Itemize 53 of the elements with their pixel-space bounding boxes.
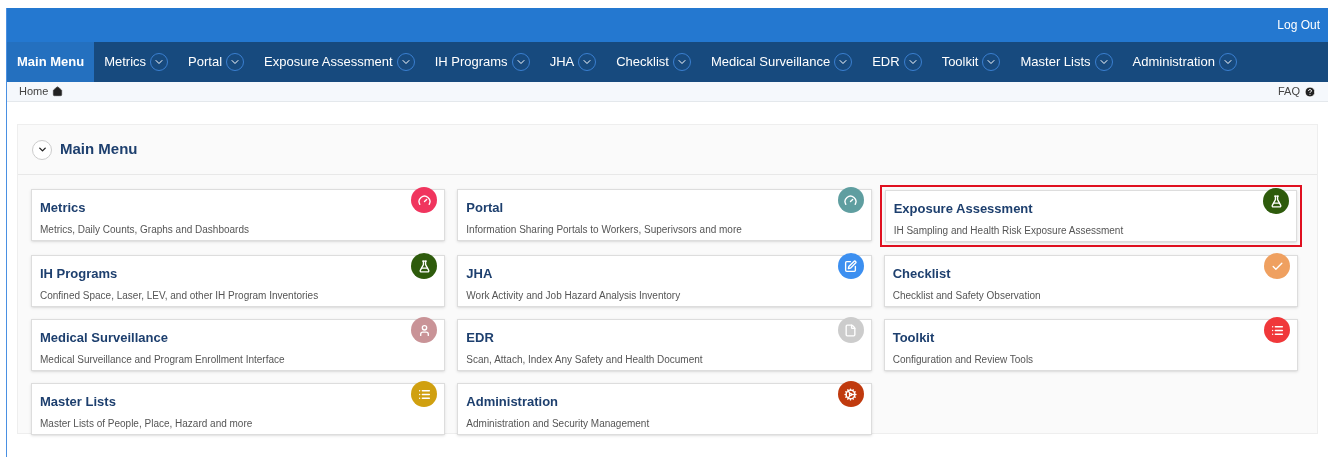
- tile-title: EDR: [466, 329, 495, 347]
- tile-description: Medical Surveillance and Program Enrollment Interface: [40, 352, 286, 367]
- nav-tab[interactable]: IH Programs: [424, 42, 540, 82]
- tile-description: Configuration and Review Tools: [892, 352, 1035, 367]
- help-icon: [1304, 85, 1316, 98]
- tile-title: Medical Surveillance: [40, 329, 169, 347]
- menu-tile[interactable]: Medical Surveillance Medical Surveillance and Program Enrollment Interface: [31, 319, 446, 371]
- collapse-toggle[interactable]: [32, 139, 52, 160]
- panel-title: Main Menu: [60, 139, 138, 160]
- menu-tile[interactable]: Checklist Checklist and Safety Observation: [883, 255, 1298, 307]
- nav-tab[interactable]: Master Lists: [1010, 42, 1123, 82]
- menu-tile[interactable]: EDR Scan, Attach, Index Any Safety and Health Document: [457, 319, 872, 371]
- menu-tile[interactable]: Portal Information Sharing Portals to Workers, Superivsors and more: [457, 189, 872, 241]
- nav-tab[interactable]: EDR: [862, 42, 932, 82]
- menu-tile[interactable]: IH Programs Confined Space, Laser, LEV, and other IH Program Inventories: [31, 255, 446, 307]
- nav-tab[interactable]: Medical Surveillance: [700, 42, 863, 82]
- menu-tile[interactable]: Administration Administration and Security Management: [457, 383, 872, 435]
- tile-description: Scan, Attach, Index Any Safety and Health Document: [466, 352, 704, 367]
- home-link[interactable]: Home: [19, 83, 49, 100]
- logout-link[interactable]: Log Out: [1277, 16, 1320, 34]
- menu-tile[interactable]: JHA Work Activity and Job Hazard Analysis Inventory: [457, 255, 872, 307]
- tile-title: JHA: [466, 265, 494, 283]
- nav-tab[interactable]: Metrics: [94, 42, 179, 82]
- tile-description: IH Sampling and Health Risk Exposure Assessment: [893, 223, 1125, 238]
- tile-description: Metrics, Daily Counts, Graphs and Dashboards: [40, 222, 250, 237]
- faq-link[interactable]: FAQ: [1278, 83, 1300, 100]
- tile-title: Toolkit: [892, 329, 936, 347]
- menu-tile[interactable]: Exposure Assessment IH Sampling and Health Risk Exposure Assessment: [884, 190, 1297, 242]
- menu-tile[interactable]: Metrics Metrics, Daily Counts, Graphs and Dashboards: [31, 189, 446, 241]
- tile-description: Information Sharing Portals to Workers, Superivsors and more: [466, 222, 743, 237]
- tile-description: Confined Space, Laser, LEV, and other IH Program Inventories: [40, 288, 320, 303]
- tile-description: Master Lists of People, Place, Hazard and more: [40, 416, 254, 431]
- tile-title: Administration: [466, 393, 560, 411]
- tile-title: Portal: [466, 199, 505, 217]
- tile-description: Checklist and Safety Observation: [892, 288, 1042, 303]
- nav-tab[interactable]: Main Menu: [7, 42, 95, 82]
- tile-title: IH Programs: [40, 265, 119, 283]
- nav-tab[interactable]: Administration: [1122, 42, 1247, 82]
- nav-tab[interactable]: Exposure Assessment: [254, 42, 425, 82]
- home-icon: [52, 86, 64, 97]
- tile-title: Exposure Assessment: [893, 200, 1034, 218]
- nav-tab[interactable]: Checklist: [606, 42, 701, 82]
- nav-tab[interactable]: JHA: [539, 42, 607, 82]
- tile-title: Metrics: [40, 199, 87, 217]
- tile-title: Master Lists: [40, 393, 117, 411]
- tile-description: Work Activity and Job Hazard Analysis Inventory: [466, 288, 682, 303]
- menu-tile[interactable]: Toolkit Configuration and Review Tools: [883, 319, 1298, 371]
- caret-icon: [36, 144, 48, 155]
- nav-tab[interactable]: Portal: [178, 42, 255, 82]
- menu-tile[interactable]: Master Lists Master Lists of People, Place, Hazard and more: [31, 383, 446, 435]
- tile-title: Checklist: [892, 265, 952, 283]
- nav-tab[interactable]: Toolkit: [931, 42, 1011, 82]
- tile-description: Administration and Security Management: [466, 416, 651, 431]
